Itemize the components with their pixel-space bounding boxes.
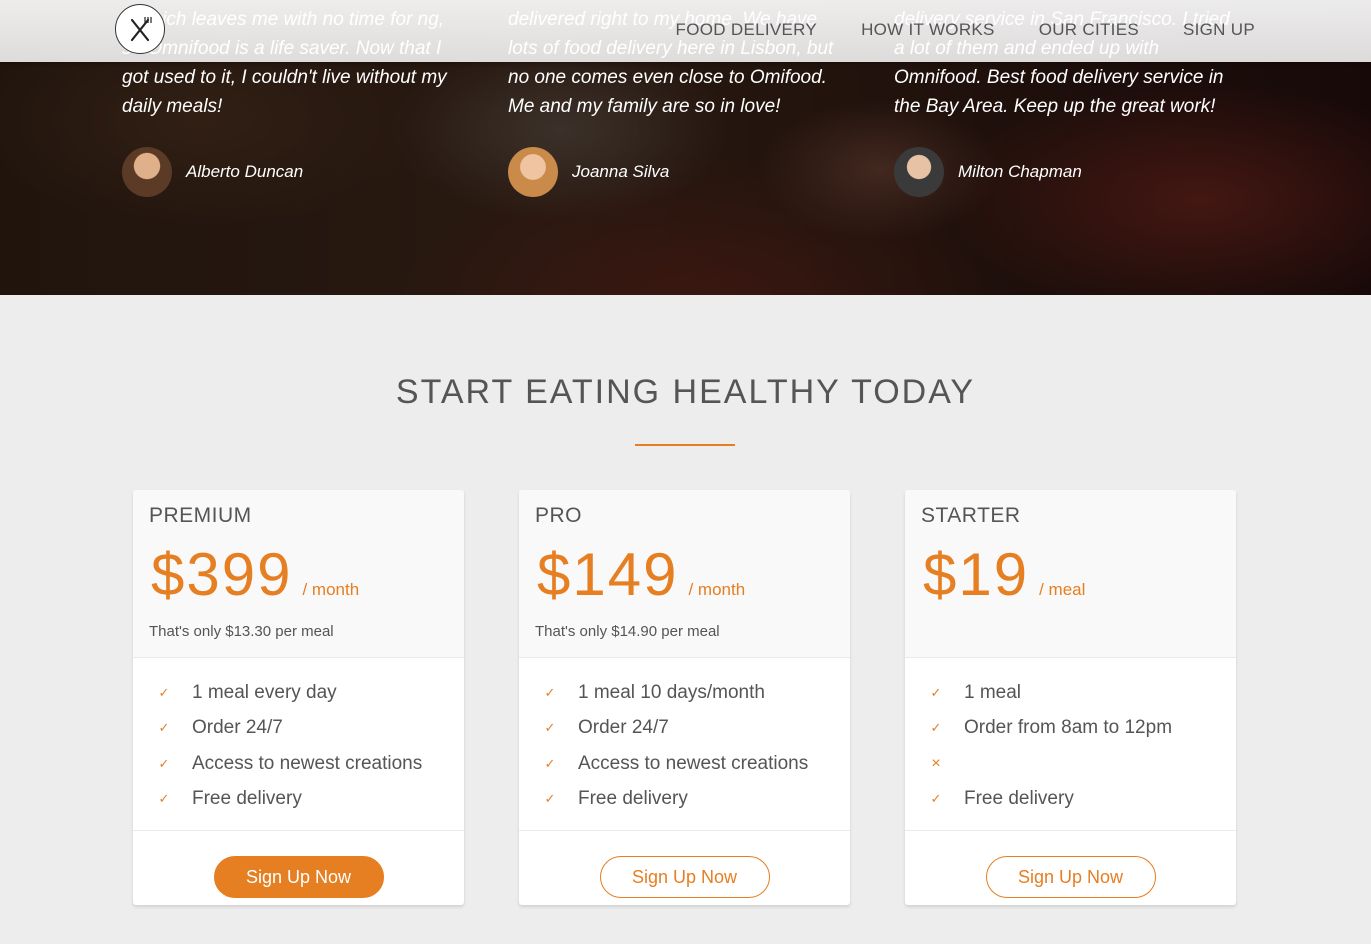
nav-how-it-works[interactable]: HOW IT WORKS	[861, 20, 995, 40]
check-icon: ✓	[930, 720, 942, 736]
plan-header: PRO $149 / month That's only $14.90 per m…	[519, 490, 850, 658]
title-divider	[635, 444, 735, 446]
plan-price: $149 / month	[537, 540, 745, 609]
plan-name: PRO	[535, 504, 583, 527]
avatar	[122, 147, 172, 197]
sticky-nav: FOOD DELIVERY HOW IT WORKS OUR CITIES SI…	[0, 0, 1371, 62]
fork-knife-icon	[130, 17, 152, 42]
main-nav: FOOD DELIVERY HOW IT WORKS OUR CITIES SI…	[676, 20, 1255, 40]
check-icon: ✓	[158, 720, 170, 736]
price-amount: $19	[923, 541, 1030, 608]
nav-our-cities[interactable]: OUR CITIES	[1039, 20, 1139, 40]
plan-card-pro: PRO $149 / month That's only $14.90 per m…	[519, 490, 850, 905]
list-item: ✓ 1 meal	[905, 675, 1236, 711]
plan-card-premium: PREMIUM $399 / month That's only $13.30 p…	[133, 490, 464, 905]
list-item: ✓ Access to newest creations	[133, 746, 464, 782]
list-item: ✓ 1 meal every day	[133, 675, 464, 711]
plan-note: That's only $13.30 per meal	[149, 623, 334, 640]
feature-label: 1 meal	[964, 681, 1022, 703]
avatar	[508, 147, 558, 197]
check-icon: ✓	[930, 684, 942, 700]
avatar	[894, 147, 944, 197]
check-icon: ✓	[158, 791, 170, 807]
testimonial-author: Alberto Duncan	[122, 147, 303, 197]
plan-card-starter: STARTER $19 / meal ✓ 1 meal ✓ Order from 8a…	[905, 490, 1236, 905]
list-item: ✓ Order 24/7	[133, 711, 464, 747]
sign-up-button[interactable]: Sign Up Now	[599, 856, 770, 898]
plan-note: That's only $14.90 per meal	[535, 623, 720, 640]
cross-icon: ×	[931, 754, 941, 772]
feature-label: Order 24/7	[578, 717, 669, 739]
list-item: ✓ Access to newest creations	[519, 746, 850, 782]
author-name: Joanna Silva	[572, 162, 670, 181]
author-name: Milton Chapman	[958, 162, 1082, 181]
check-icon: ✓	[544, 684, 556, 700]
check-icon: ✓	[544, 791, 556, 807]
list-item: ×	[905, 746, 1236, 782]
feature-label: Free delivery	[964, 788, 1074, 810]
plan-price: $399 / month	[151, 540, 359, 609]
price-period: / month	[302, 580, 360, 599]
author-name: Alberto Duncan	[186, 162, 304, 181]
feature-list: ✓ 1 meal 10 days/month ✓ Order 24/7 ✓ Acces…	[519, 658, 850, 831]
feature-label: Order 24/7	[192, 717, 283, 739]
nav-food-delivery[interactable]: FOOD DELIVERY	[676, 20, 818, 40]
section-title: START EATING HEALTHY TODAY	[395, 373, 976, 411]
price-amount: $149	[537, 541, 679, 608]
feature-label: 1 meal every day	[192, 681, 337, 703]
feature-label: Free delivery	[578, 788, 688, 810]
check-icon: ✓	[544, 720, 556, 736]
plan-name: STARTER	[921, 504, 1021, 527]
plan-header: STARTER $19 / meal	[905, 490, 1236, 658]
feature-label: Free delivery	[192, 788, 302, 810]
list-item: ✓ Order 24/7	[519, 711, 850, 747]
price-period: / meal	[1039, 580, 1086, 599]
testimonial-author: Joanna Silva	[508, 147, 669, 197]
feature-label: Access to newest creations	[192, 752, 423, 774]
feature-label: Access to newest creations	[578, 752, 809, 774]
list-item: ✓ Free delivery	[519, 782, 850, 818]
check-icon: ✓	[158, 755, 170, 771]
sign-up-button[interactable]: Sign Up Now	[985, 856, 1156, 898]
plan-footer: Sign Up Now	[519, 831, 850, 905]
feature-list: ✓ 1 meal ✓ Order from 8am to 12pm × ✓ Free …	[905, 658, 1236, 831]
sign-up-button[interactable]: Sign Up Now	[213, 856, 384, 898]
nav-sign-up[interactable]: SIGN UP	[1183, 20, 1255, 40]
check-icon: ✓	[158, 684, 170, 700]
list-item: ✓ Free delivery	[133, 782, 464, 818]
check-icon: ✓	[930, 791, 942, 807]
feature-label: Order from 8am to 12pm	[964, 717, 1173, 739]
plan-footer: Sign Up Now	[905, 831, 1236, 905]
logo[interactable]	[115, 4, 165, 54]
testimonial-author: Milton Chapman	[894, 147, 1082, 197]
plan-name: PREMIUM	[149, 504, 252, 527]
list-item: ✓ 1 meal 10 days/month	[519, 675, 850, 711]
plan-footer: Sign Up Now	[133, 831, 464, 905]
list-item: ✓ Order from 8am to 12pm	[905, 711, 1236, 747]
list-item: ✓ Free delivery	[905, 782, 1236, 818]
price-period: / month	[688, 580, 746, 599]
check-icon: ✓	[544, 755, 556, 771]
feature-label: 1 meal 10 days/month	[578, 681, 765, 703]
price-amount: $399	[151, 541, 293, 608]
feature-list: ✓ 1 meal every day ✓ Order 24/7 ✓ Access to…	[133, 658, 464, 831]
plan-header: PREMIUM $399 / month That's only $13.30 p…	[133, 490, 464, 658]
plan-price: $19 / meal	[923, 540, 1085, 609]
